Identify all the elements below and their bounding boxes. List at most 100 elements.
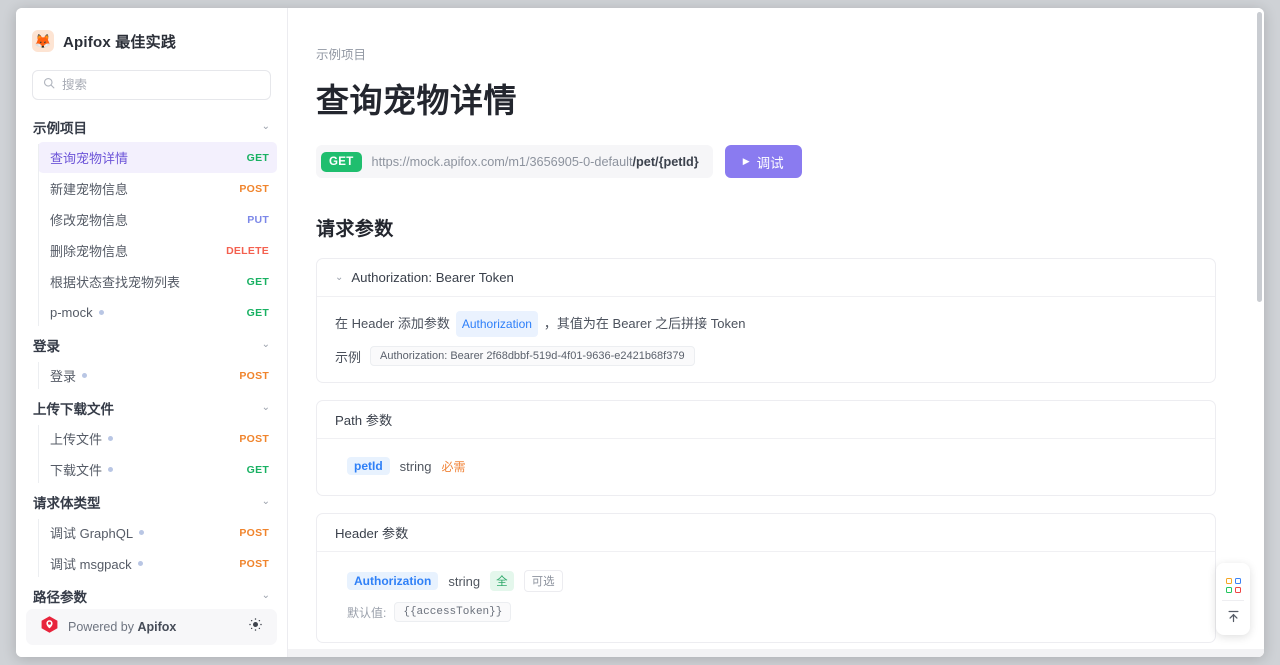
breadcrumb: 示例项目 [316,48,367,62]
sidebar-group-upload-download[interactable]: 上传下载文件 ⌄ [26,393,277,423]
item-label: 查询宠物详情 [50,151,129,166]
sidebar-item-debug-msgpack[interactable]: 调试 msgpack POST [38,548,277,579]
item-label: 上传文件 [50,432,103,447]
param-name: Authorization [347,572,439,590]
method-badge: POST [239,526,269,539]
path-params-header-label: Path 参数 [335,413,393,428]
group-label: 上传下载文件 [33,402,114,417]
play-icon: ▶ [742,156,750,166]
sidebar-item-debug-graphql[interactable]: 调试 GraphQL POST [38,517,277,548]
sidebar-group-login[interactable]: 登录 ⌄ [26,330,277,360]
auth-desc-before: 在 Header 添加参数 [335,316,450,331]
sidebar: 🦊 Apifox 最佳实践 示例项目 ⌄ [16,8,288,657]
param-type: string [399,458,432,474]
item-label: 调试 GraphQL [50,526,134,541]
sidebar-item-query-pet-detail[interactable]: 查询宠物详情 GET [38,142,277,173]
method-badge: POST [239,369,269,382]
auth-description: 在 Header 添加参数 Authorization ，其值为在 Bearer… [335,311,1197,337]
sidebar-group-example-project[interactable]: 示例项目 ⌄ [26,112,277,142]
fox-emoji-icon: 🦊 [32,30,54,52]
method-badge: GET [246,151,269,164]
sidebar-group-items: 上传文件 POST 下载文件 GET [26,423,277,485]
sun-theme-icon[interactable] [248,617,263,637]
brand-title: Apifox 最佳实践 [63,33,177,51]
sidebar-item-delete-pet[interactable]: 删除宠物信息 DELETE [38,235,277,266]
powered-by-apifox[interactable]: Powered by Apifox [26,609,277,645]
debug-button-label: 调试 [756,155,784,171]
status-dot-icon [108,467,114,472]
apifox-logo-icon [40,615,59,639]
scroll-to-top-icon[interactable] [1218,601,1248,631]
sidebar-group-items: 登录 POST [26,360,277,391]
search-box[interactable] [32,70,271,100]
item-label: 根据状态查找宠物列表 [50,275,181,290]
group-label: 登录 [33,339,60,354]
brand-header: 🦊 Apifox 最佳实践 [16,22,287,56]
endpoint-url-box[interactable]: GET https://mock.apifox.com/m1/3656905-0… [316,145,713,178]
method-badge: DELETE [226,244,269,257]
method-badge-get: GET [321,151,362,172]
auth-example-label: 示例 [335,349,362,365]
chevron-down-icon: ⌄ [261,402,270,413]
param-default-label: 默认值: [347,605,387,620]
auth-card-header[interactable]: ⌄ Authorization: Bearer Token [317,259,1215,297]
auth-desc-after: ，其值为在 Bearer 之后拼接 Token [543,316,746,331]
path-params-body: petId string 必需 [317,439,1215,495]
status-dot-icon [139,530,145,535]
method-badge: PUT [247,213,269,226]
method-badge: GET [246,463,269,476]
sidebar-group-path-params[interactable]: 路径参数 ⌄ [26,581,277,611]
sidebar-group-items: 调试 GraphQL POST 调试 msgpack POST [26,517,277,579]
item-label: 调试 msgpack [50,557,132,572]
auth-header-chip: Authorization [455,311,538,337]
request-params-title: 请求参数 [316,219,394,240]
debug-button[interactable]: ▶ 调试 [724,145,802,178]
chevron-down-icon: ⌄ [261,339,270,350]
endpoint-bar: GET https://mock.apifox.com/m1/3656905-0… [316,145,1216,178]
sidebar-item-p-mock[interactable]: p-mock GET [38,297,277,328]
path-params-card: Path 参数 petId string 必需 [316,400,1216,496]
item-label: 修改宠物信息 [50,213,129,228]
item-label: p-mock [50,305,93,320]
auth-example-value: Authorization: Bearer 2f68dbbf-519d-4f01… [370,346,695,366]
sidebar-item-create-pet[interactable]: 新建宠物信息 POST [38,173,277,204]
method-badge: POST [239,432,269,445]
bottom-edge [288,649,1264,657]
status-dot-icon [137,561,143,566]
status-dot-icon [82,373,88,378]
param-scope-badge: 全 [490,571,514,591]
method-badge: GET [246,275,269,288]
apps-grid-icon[interactable] [1218,570,1248,600]
param-default-row: 默认值: {{accessToken}} [347,602,1197,622]
floating-toolbar [1216,563,1250,635]
sidebar-item-upload-file[interactable]: 上传文件 POST [38,423,277,454]
method-badge: POST [239,557,269,570]
item-label: 删除宠物信息 [50,244,129,259]
search-container [16,56,287,100]
status-dot-icon [98,310,104,315]
page-title: 查询宠物详情 [316,82,517,119]
path-params-header: Path 参数 [317,401,1215,439]
sidebar-item-download-file[interactable]: 下载文件 GET [38,454,277,485]
method-badge: POST [239,182,269,195]
status-dot-icon [108,436,114,441]
group-label: 路径参数 [33,590,87,605]
search-input[interactable] [62,78,260,92]
main-content: 示例项目 查询宠物详情 GET https://mock.apifox.com/… [288,8,1264,657]
sidebar-item-login[interactable]: 登录 POST [38,360,277,391]
chevron-down-icon: ⌄ [261,121,270,132]
vertical-scrollbar[interactable] [1257,12,1262,302]
header-params-header: Header 参数 [317,514,1215,552]
search-icon [43,76,55,94]
sidebar-group-items: 查询宠物详情 GET 新建宠物信息 POST 修改宠物信息 PUT 删除宠物信息… [26,142,277,328]
content-scroll-area[interactable]: 示例项目 查询宠物详情 GET https://mock.apifox.com/… [288,8,1264,657]
powered-by-label: Powered by Apifox [68,620,177,634]
sidebar-group-body-type[interactable]: 请求体类型 ⌄ [26,487,277,517]
chevron-down-icon: ⌄ [261,496,270,507]
sidebar-item-find-pets-by-status[interactable]: 根据状态查找宠物列表 GET [38,266,277,297]
sidebar-item-update-pet[interactable]: 修改宠物信息 PUT [38,204,277,235]
item-label: 下载文件 [50,463,103,478]
method-badge: GET [246,306,269,319]
param-type: string [448,573,481,589]
endpoint-url: https://mock.apifox.com/m1/3656905-0-def… [371,154,699,169]
